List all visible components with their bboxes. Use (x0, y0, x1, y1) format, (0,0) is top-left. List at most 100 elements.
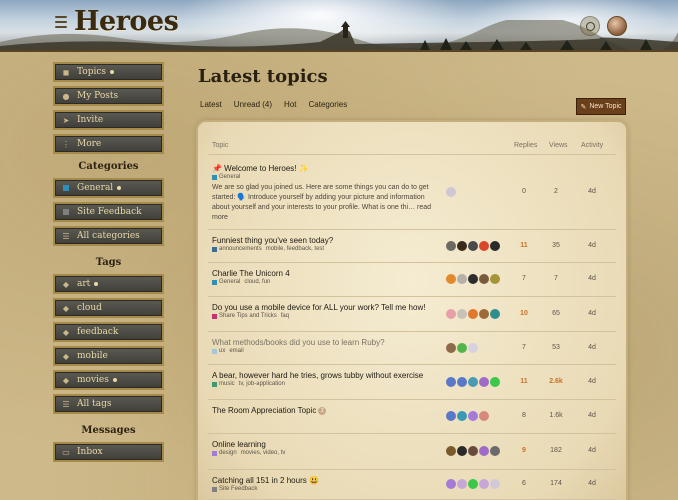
sidebar-item-more[interactable]: ⋮ More (53, 134, 164, 154)
sidebar-item-tag-art[interactable]: ◆ art (53, 274, 164, 294)
poster-avatar[interactable] (479, 411, 489, 421)
poster-avatar[interactable] (468, 446, 478, 456)
topic-category[interactable]: announcements mobile, feedback, test (212, 246, 324, 252)
poster-avatar[interactable] (446, 411, 456, 421)
poster-avatar[interactable] (490, 309, 500, 319)
topic-row[interactable]: Catching all 151 in 2 hours 😃 Site Feedba… (198, 469, 626, 500)
poster-avatar[interactable] (457, 241, 467, 251)
tab-latest[interactable]: Latest (200, 100, 222, 109)
sidebar-item-tag-cloud[interactable]: ◆ cloud (53, 298, 164, 318)
poster-avatar[interactable] (479, 309, 489, 319)
category-name[interactable]: Share Tips and Tricks (219, 313, 277, 319)
category-name[interactable]: ux (219, 348, 225, 354)
topic-row[interactable]: Funniest thing you've seen today? announc… (198, 229, 626, 263)
topic-title-link[interactable]: The Room Appreciation Topic 2 (212, 406, 327, 415)
topic-title-link[interactable]: 📌 Welcome to Heroes! ✨ (212, 164, 309, 173)
sidebar-item-tag-movies[interactable]: ◆ movies (53, 370, 164, 390)
column-header-topic[interactable]: Topic (212, 142, 228, 149)
sidebar-item-general[interactable]: General (53, 178, 164, 198)
activity-time[interactable]: 4d (580, 310, 604, 317)
topic-title-link[interactable]: Catching all 151 in 2 hours 😃 (212, 476, 319, 485)
new-posts-badge[interactable]: 2 (318, 407, 327, 415)
sidebar-item-invite[interactable]: ➤ Invite (53, 110, 164, 130)
poster-avatar[interactable] (457, 343, 467, 353)
tab-unread[interactable]: Unread (4) (234, 100, 272, 109)
poster-avatar[interactable] (468, 343, 478, 353)
new-topic-button[interactable]: ✎ New Topic (576, 98, 626, 115)
topic-tags[interactable]: mobile, feedback, test (266, 246, 324, 252)
topic-row[interactable]: A bear, however hard he tries, grows tub… (198, 364, 626, 400)
poster-avatar[interactable] (490, 479, 500, 489)
poster-avatar[interactable] (457, 274, 467, 284)
activity-time[interactable]: 4d (580, 275, 604, 282)
tab-categories[interactable]: Categories (309, 100, 348, 109)
category-name[interactable]: design (219, 450, 237, 456)
poster-avatar[interactable] (479, 446, 489, 456)
topic-title-link[interactable]: Online learning (212, 440, 266, 449)
poster-avatar[interactable] (490, 241, 500, 251)
poster-avatar[interactable] (490, 274, 500, 284)
topic-row[interactable]: Charlie The Unicorn 4 General cloud, fun 7 7… (198, 262, 626, 297)
poster-avatar[interactable] (479, 479, 489, 489)
sidebar-item-inbox[interactable]: ▭ Inbox (53, 442, 164, 462)
category-name[interactable]: Site Feedback (219, 486, 257, 492)
hamburger-menu-icon[interactable] (55, 16, 67, 28)
poster-avatar[interactable] (446, 187, 456, 197)
poster-avatar[interactable] (468, 411, 478, 421)
poster-avatar[interactable] (446, 343, 456, 353)
topic-tags[interactable]: tv, job-application (239, 381, 285, 387)
activity-time[interactable]: 4d (580, 188, 604, 195)
poster-avatar[interactable] (446, 241, 456, 251)
category-name[interactable]: music (219, 381, 235, 387)
poster-avatar[interactable] (468, 241, 478, 251)
activity-time[interactable]: 4d (580, 242, 604, 249)
poster-avatar[interactable] (457, 446, 467, 456)
tab-hot[interactable]: Hot (284, 100, 296, 109)
category-name[interactable]: announcements (219, 246, 262, 252)
topic-category[interactable]: General (212, 174, 240, 180)
sidebar-item-topics[interactable]: ◼ Topics (53, 62, 164, 82)
sidebar-item-tag-mobile[interactable]: ◆ mobile (53, 346, 164, 366)
topic-tags[interactable]: movies, video, tv (241, 450, 286, 456)
sidebar-item-site-feedback[interactable]: Site Feedback (53, 202, 164, 222)
poster-avatar[interactable] (446, 274, 456, 284)
topic-category[interactable]: ux email (212, 348, 244, 354)
activity-time[interactable]: 4d (580, 412, 604, 419)
topic-row[interactable]: What methods/books did you use to learn … (198, 331, 626, 365)
column-header-views[interactable]: Views (549, 142, 568, 149)
topic-category[interactable]: Share Tips and Tricks faq (212, 313, 289, 319)
poster-avatar[interactable] (457, 309, 467, 319)
poster-avatar[interactable] (446, 309, 456, 319)
poster-avatar[interactable] (446, 479, 456, 489)
topic-row[interactable]: Online learning design movies, video, tv 9 1… (198, 433, 626, 470)
sidebar-item-tag-feedback[interactable]: ◆ feedback (53, 322, 164, 342)
poster-avatar[interactable] (490, 377, 500, 387)
poster-avatar[interactable] (457, 377, 467, 387)
topic-title-link[interactable]: A bear, however hard he tries, grows tub… (212, 371, 423, 380)
topic-tags[interactable]: cloud, fun (244, 279, 270, 285)
poster-avatar[interactable] (468, 274, 478, 284)
poster-avatar[interactable] (479, 377, 489, 387)
activity-time[interactable]: 4d (580, 378, 604, 385)
poster-avatar[interactable] (479, 274, 489, 284)
column-header-activity[interactable]: Activity (581, 142, 603, 149)
topic-category[interactable]: Site Feedback (212, 486, 257, 492)
topic-title-link[interactable]: Do you use a mobile device for ALL your … (212, 303, 425, 312)
sidebar-item-my-posts[interactable]: ● My Posts (53, 86, 164, 106)
column-header-replies[interactable]: Replies (514, 142, 537, 149)
poster-avatar[interactable] (446, 446, 456, 456)
poster-avatar[interactable] (468, 377, 478, 387)
sidebar-item-all-categories[interactable]: ☰ All categories (53, 226, 164, 246)
poster-avatar[interactable] (446, 377, 456, 387)
sidebar-item-all-tags[interactable]: ☰ All tags (53, 394, 164, 414)
topic-row[interactable]: Do you use a mobile device for ALL your … (198, 296, 626, 332)
topic-row[interactable]: The Room Appreciation Topic 2 8 1.6k 4d (198, 399, 626, 434)
user-avatar[interactable] (607, 16, 627, 36)
poster-avatar[interactable] (490, 446, 500, 456)
topic-tags[interactable]: faq (281, 313, 289, 319)
poster-avatar[interactable] (479, 241, 489, 251)
site-logo[interactable]: Heroes (74, 6, 179, 37)
topic-title-link[interactable]: What methods/books did you use to learn … (212, 338, 385, 347)
poster-avatar[interactable] (457, 411, 467, 421)
poster-avatar[interactable] (468, 309, 478, 319)
